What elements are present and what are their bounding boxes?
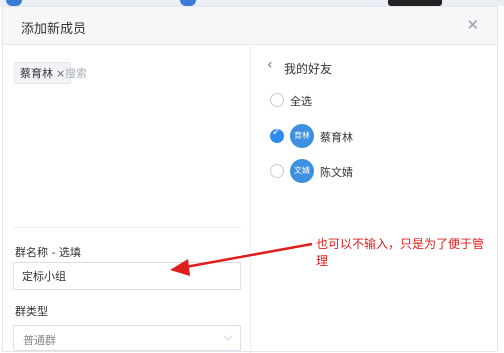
selected-member-name: 蔡育林 (20, 67, 53, 80)
group-type-value: 普通群 (23, 334, 56, 347)
chevron-down-icon: ⌵ (223, 330, 232, 343)
close-icon[interactable]: ✕ (466, 16, 479, 34)
annotation-text: 也可以不输入，只是为了便于管理 (316, 237, 485, 268)
dialog-title: 添加新成员 (21, 22, 87, 37)
check-icon: ✓ (272, 127, 281, 138)
select-all-radio[interactable] (270, 93, 284, 107)
search-input[interactable] (65, 63, 235, 83)
group-name-input[interactable] (13, 262, 241, 290)
avatar: 育林 (290, 124, 314, 148)
friend-checkbox[interactable] (270, 164, 284, 178)
select-all-row[interactable]: 全选 (251, 86, 500, 114)
friend-row[interactable]: ✓ 育林 蔡育林 (251, 122, 500, 150)
remove-tag-icon[interactable]: × (56, 67, 65, 80)
friend-checkbox[interactable]: ✓ (270, 127, 284, 143)
friend-name: 陈文婧 (320, 166, 353, 179)
group-type-label: 群类型 (15, 305, 48, 318)
group-name-label: 群名称 - 选填 (15, 246, 81, 259)
add-member-dialog: 添加新成员 ✕ 蔡育林× 群名称 - 选填 群类型 普通群 ⌵ ‹ 我的好友 全… (2, 6, 500, 353)
selected-member-tag: 蔡育林 × (14, 62, 72, 84)
select-all-label: 全选 (290, 95, 312, 108)
divider (13, 227, 241, 228)
friend-name: 蔡育林 (320, 131, 353, 144)
left-panel: 蔡育林× 群名称 - 选填 群类型 普通群 ⌵ (3, 45, 250, 353)
right-panel: ‹ 我的好友 全选 ✓ 育林 蔡育林 文婧 陈文婧 (250, 45, 500, 353)
dialog-header: 添加新成员 ✕ (3, 7, 497, 45)
group-type-select[interactable]: 普通群 ⌵ (13, 325, 241, 351)
friends-title: 我的好友 (284, 62, 333, 76)
friend-row[interactable]: 文婧 陈文婧 (251, 157, 500, 185)
avatar: 文婧 (290, 159, 314, 183)
chevron-left-icon[interactable]: ‹ (267, 57, 273, 73)
